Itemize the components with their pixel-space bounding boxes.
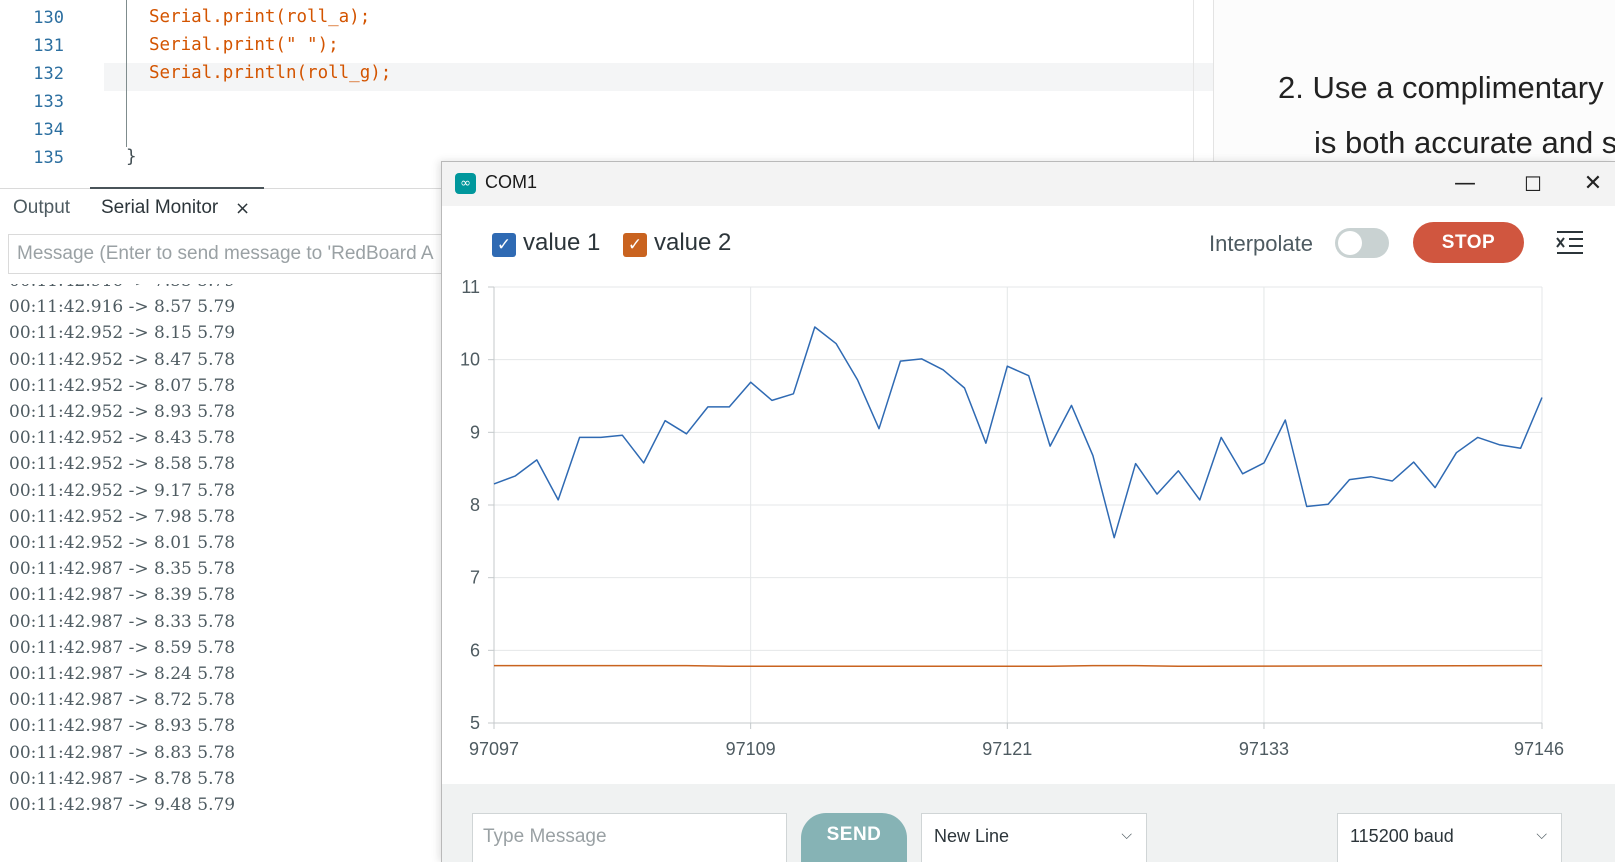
document-text: 2. Use a complimentary	[1278, 70, 1604, 105]
line-number: 135	[33, 148, 64, 168]
log-line: 00:11:42.987 -> 8.39 5.78	[9, 585, 236, 606]
chevron-down-icon: ⌵	[1536, 826, 1547, 842]
log-line: 00:11:42.987 -> 8.93 5.78	[9, 716, 236, 737]
window-title: COM1	[485, 172, 538, 192]
send-button[interactable]: SEND	[801, 813, 907, 862]
legend-label-value-1: value 1	[523, 229, 601, 256]
log-line: 00:11:42.952 -> 8.47 5.78	[9, 349, 236, 370]
editor-minimap-divider	[1193, 0, 1194, 188]
x-tick-label: 97121	[982, 739, 1032, 759]
y-tick-label: 10	[460, 350, 480, 370]
document-text: is both accurate and s	[1314, 125, 1615, 160]
serial-message-input[interactable]: Message (Enter to send message to 'RedBo…	[8, 234, 445, 274]
code-line[interactable]: }	[126, 147, 137, 167]
code-line[interactable]: Serial.print(roll_a);	[149, 7, 370, 27]
code-line[interactable]: Serial.println(roll_g);	[149, 63, 391, 83]
log-line: 00:11:42.987 -> 8.83 5.78	[9, 742, 236, 763]
stop-button[interactable]: STOP	[1413, 222, 1524, 263]
toggle-knob	[1338, 231, 1362, 255]
baud-rate-select[interactable]: 115200 baud ⌵	[1337, 813, 1562, 862]
window-titlebar[interactable]: ∞ COM1 — ☐ ✕	[442, 162, 1615, 206]
log-line: 00:11:42.987 -> 8.24 5.78	[9, 664, 236, 684]
x-tick-label: 97097	[469, 739, 519, 759]
plotter-footer: Type Message SEND New Line ⌵ 115200 baud…	[442, 784, 1615, 862]
y-tick-label: 5	[470, 713, 480, 733]
series-line-2	[494, 664, 1543, 668]
log-line: 00:11:42.987 -> 8.72 5.78	[9, 690, 236, 711]
indent-guide	[126, 0, 127, 147]
baud-rate-value: 115200 baud	[1350, 826, 1454, 846]
x-tick-label: 97146	[1514, 739, 1564, 759]
close-icon[interactable]: ×	[235, 198, 250, 219]
log-line: 00:11:42.952 -> 8.93 5.78	[9, 402, 236, 422]
interpolate-label: Interpolate	[1209, 231, 1313, 256]
line-ending-select[interactable]: New Line ⌵	[921, 813, 1147, 862]
legend-label-value-2: value 2	[654, 229, 732, 256]
log-line: 00:11:42.952 -> 8.43 5.78	[9, 428, 236, 449]
log-line: 00:11:42.952 -> 8.58 5.78	[9, 454, 236, 475]
y-tick-label: 9	[470, 422, 480, 442]
chevron-down-icon: ⌵	[1121, 826, 1132, 842]
log-line: 00:11:42.987 -> 9.48 5.79	[9, 795, 236, 815]
line-number: 134	[33, 120, 64, 140]
log-line: 00:11:42.987 -> 8.59 5.78	[9, 637, 236, 658]
log-line: 00:11:42.916 -> 8.57 5.79	[9, 297, 236, 318]
line-number: 132	[33, 64, 64, 84]
clear-list-icon[interactable]	[1555, 229, 1585, 255]
serial-plotter-window: ∞ COM1 — ☐ ✕ ✓ value 1 ✓ value 2 Interpo…	[441, 161, 1615, 862]
tab-output[interactable]: Output	[13, 197, 70, 219]
code-editor[interactable]: 130 Serial.print(roll_a); 131 Serial.pri…	[0, 0, 1214, 188]
serial-log: 00:11:42.916 -> 7.55 5.79 00:11:42.916 ->…	[0, 284, 445, 862]
log-line: 00:11:42.952 -> 8.15 5.79	[9, 323, 236, 344]
line-chart: 5 6 7 8 9 10 11 97097 97109 97121 97133 97146	[460, 277, 1564, 759]
log-line: 00:11:42.987 -> 8.35 5.78	[9, 559, 236, 580]
line-number: 131	[33, 36, 64, 56]
document-pane: 2. Use a complimentary is both accurate …	[1214, 0, 1615, 162]
arduino-infinity-icon: ∞	[455, 173, 476, 194]
minimize-button[interactable]: —	[1442, 168, 1488, 200]
y-tick-label: 8	[470, 495, 480, 515]
log-line: 00:11:42.952 -> 8.07 5.78	[9, 375, 236, 396]
maximize-button[interactable]: ☐	[1510, 168, 1556, 200]
x-tick-label: 97133	[1239, 739, 1289, 759]
log-line: 00:11:42.952 -> 9.17 5.78	[9, 480, 236, 501]
y-tick-label: 7	[470, 568, 480, 588]
log-line: 00:11:42.952 -> 8.01 5.78	[9, 533, 236, 553]
panel-tabs: Output Serial Monitor ×	[0, 187, 445, 225]
x-tick-label: 97109	[726, 739, 776, 759]
value-1-checkbox[interactable]: ✓	[492, 233, 516, 257]
bottom-panel: Output Serial Monitor × Message (Enter t…	[0, 187, 445, 862]
line-number: 130	[33, 8, 64, 28]
interpolate-toggle[interactable]	[1335, 228, 1389, 258]
log-line: 00:11:42.987 -> 8.33 5.78	[9, 611, 236, 632]
y-tick-label: 6	[470, 640, 480, 660]
log-line: 00:11:42.952 -> 7.98 5.78	[9, 506, 236, 527]
log-line: 00:11:42.916 -> 7.55 5.79	[9, 284, 235, 291]
line-ending-value: New Line	[934, 826, 1010, 846]
line-number: 133	[33, 92, 64, 112]
log-line: 00:11:42.987 -> 8.78 5.78	[9, 768, 236, 789]
tab-serial-monitor[interactable]: Serial Monitor	[101, 197, 218, 219]
code-line[interactable]: Serial.print(" ");	[149, 35, 339, 55]
value-2-checkbox[interactable]: ✓	[623, 233, 647, 257]
plotter-message-input[interactable]: Type Message	[472, 813, 787, 862]
active-tab-indicator	[90, 187, 264, 189]
close-window-button[interactable]: ✕	[1570, 168, 1615, 200]
y-tick-label: 11	[461, 277, 480, 297]
